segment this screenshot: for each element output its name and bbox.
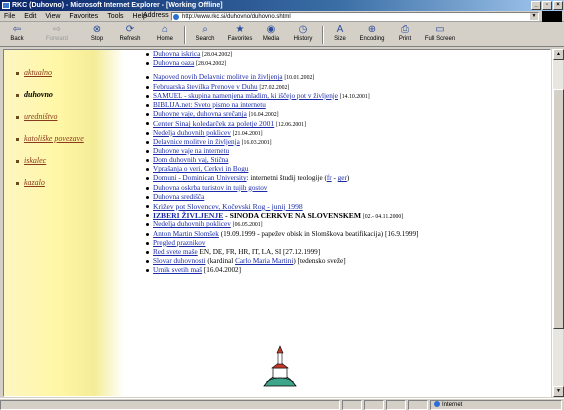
list-item: Slovar duhovnosti (kardinal Carlo Maria … (146, 257, 546, 266)
nav-item-iskalec[interactable]: iskalec (16, 156, 84, 178)
vertical-scrollbar[interactable]: ▲ ▼ (552, 49, 564, 397)
list-item: Duhovna središča (146, 193, 546, 202)
list-item: Duhovna oaza [28.04.2002] (146, 59, 546, 68)
home-icon: ⌂ (161, 24, 169, 35)
toolbar: ⇦ Back ⇨ Forward ⊗ Stop ⟳ Refresh ⌂ Home ⌕ Sea… (0, 23, 564, 47)
globe-icon (434, 401, 440, 408)
text-size-icon: A (336, 24, 344, 35)
address-url: http://www.rkc.si/duhovno/duhovno.shtml (182, 14, 291, 20)
sidebar: aktualno duhovno uredništvo katoliške po… (4, 50, 124, 396)
address-dropdown[interactable]: ▼ (530, 13, 538, 20)
page-icon (173, 14, 179, 20)
list-item: Nedelja duhovnih poklicev [21.04.2001] (146, 129, 546, 138)
scroll-down-button[interactable]: ▼ (553, 386, 564, 397)
list-item: Pregled praznikov (146, 239, 546, 248)
menu-file[interactable]: File (4, 13, 15, 20)
scroll-thumb[interactable] (553, 89, 564, 329)
side-nav: aktualno duhovno uredništvo katoliške po… (16, 68, 84, 200)
size-button[interactable]: A Size (328, 24, 352, 46)
menu-bar: File Edit View Favorites Tools Help Addr… (0, 11, 564, 22)
nav-item-kazalo[interactable]: kazalo (16, 178, 84, 200)
list-item: Delavnice molitve in življenja [16.03.20… (146, 138, 546, 147)
menu-edit[interactable]: Edit (24, 13, 36, 20)
forward-button[interactable]: ⇨ Forward (40, 24, 74, 46)
back-arrow-icon: ⇦ (12, 24, 22, 35)
encoding-button[interactable]: ⊕ Encoding (354, 24, 390, 46)
list-item: BIBLIJA.net: Sveto pismo na internetu (146, 101, 546, 110)
list-item: Duhovna iskrica [28.04.2002] (146, 50, 546, 59)
status-bar: Internet (0, 398, 564, 410)
page-content: aktualno duhovno uredništvo katoliške po… (3, 49, 551, 397)
main-content: Duhovna iskrica [28.04.2002] Duhovna oaz… (146, 50, 546, 276)
list-item: Križev pot Slovencev, Kočevski Rog - jun… (146, 202, 546, 211)
list-item: Nedelja duhovnih poklicev [06.05.2001] (146, 220, 546, 229)
search-icon: ⌕ (202, 24, 208, 35)
history-button[interactable]: ◷ History (288, 24, 318, 46)
church-logo-icon (263, 345, 297, 387)
stop-button[interactable]: ⊗ Stop (84, 24, 110, 46)
zone-pane: Internet (430, 400, 562, 410)
list-item: Domuni - Dominican University: internetn… (146, 174, 546, 183)
list-item: SAMUEL - skupina namenjena mladim, ki iš… (146, 92, 546, 101)
menu-tools[interactable]: Tools (107, 13, 123, 20)
list-item: Duhovne vaje na internetu (146, 147, 546, 156)
list-item: Center Sinaj koledarček za poletje 2001 … (146, 119, 546, 128)
refresh-button[interactable]: ⟳ Refresh (114, 24, 146, 46)
forward-arrow-icon: ⇨ (52, 24, 62, 35)
list-item: Red svete maše EN, DE, FR, HR, IT, LA, S… (146, 248, 546, 257)
list-item: Napoved novih Delavnic molitve in življe… (146, 73, 546, 82)
window-title: RKC (Duhovno) - Microsoft Internet Explo… (12, 2, 223, 9)
close-button[interactable]: × (553, 1, 563, 10)
nav-item-urednistvo[interactable]: uredništvo (16, 112, 84, 134)
list-item: IZBERI ŽIVLJENJE - SINODA CERKVE NA SLOV… (146, 211, 546, 220)
fullscreen-button[interactable]: ▭ Full Screen (420, 24, 460, 46)
ie-icon (2, 2, 10, 9)
encoding-icon: ⊕ (367, 24, 377, 35)
list-item: Anton Martin Slomšek (19.09.1999 - papež… (146, 230, 546, 239)
star-icon: ★ (235, 24, 245, 35)
media-button[interactable]: ◉ Media (258, 24, 284, 46)
back-button[interactable]: ⇦ Back (2, 24, 32, 46)
list-item: Duhovne vaje, duhovna srečanja [16.04.20… (146, 110, 546, 119)
print-button[interactable]: ⎙ Print (394, 24, 416, 46)
link-list: Duhovna iskrica [28.04.2002] Duhovna oaz… (146, 50, 546, 276)
media-icon: ◉ (266, 24, 276, 35)
list-item: Dom duhovnih vaj, Stična (146, 156, 546, 165)
title-bar: RKC (Duhovno) - Microsoft Internet Explo… (0, 0, 564, 11)
home-button[interactable]: ⌂ Home (152, 24, 178, 46)
history-icon: ◷ (298, 24, 308, 35)
printer-icon: ⎙ (401, 24, 409, 35)
menu-view[interactable]: View (45, 13, 60, 20)
nav-item-katoliske-povezave[interactable]: katoliške povezave (16, 134, 84, 156)
favorites-button[interactable]: ★ Favorites (222, 24, 258, 46)
minimize-button[interactable]: _ (531, 1, 541, 10)
address-input[interactable]: http://www.rkc.si/duhovno/duhovno.shtml … (171, 12, 539, 21)
maximize-button[interactable]: ▫ (542, 1, 552, 10)
search-button[interactable]: ⌕ Search (190, 24, 220, 46)
address-label: Address (143, 12, 169, 19)
nav-item-aktualno[interactable]: aktualno (16, 68, 84, 90)
list-item: Urnik svetih maš [16.04.2002] (146, 266, 546, 275)
list-item: Duhovna oskrba turistov in tujih gostov (146, 184, 546, 193)
list-item: Februarska številka Prenove v Duhu [27.0… (146, 83, 546, 92)
windows-logo-icon (542, 11, 562, 22)
fullscreen-icon: ▭ (435, 24, 445, 35)
stop-icon: ⊗ (92, 24, 102, 35)
nav-item-duhovno[interactable]: duhovno (16, 90, 84, 112)
refresh-icon: ⟳ (125, 24, 135, 35)
status-text (0, 400, 340, 410)
menu-favorites[interactable]: Favorites (69, 13, 98, 20)
scroll-up-button[interactable]: ▲ (553, 49, 564, 60)
list-item: Vprašanja o veri, Cerkvi in Bogu (146, 165, 546, 174)
